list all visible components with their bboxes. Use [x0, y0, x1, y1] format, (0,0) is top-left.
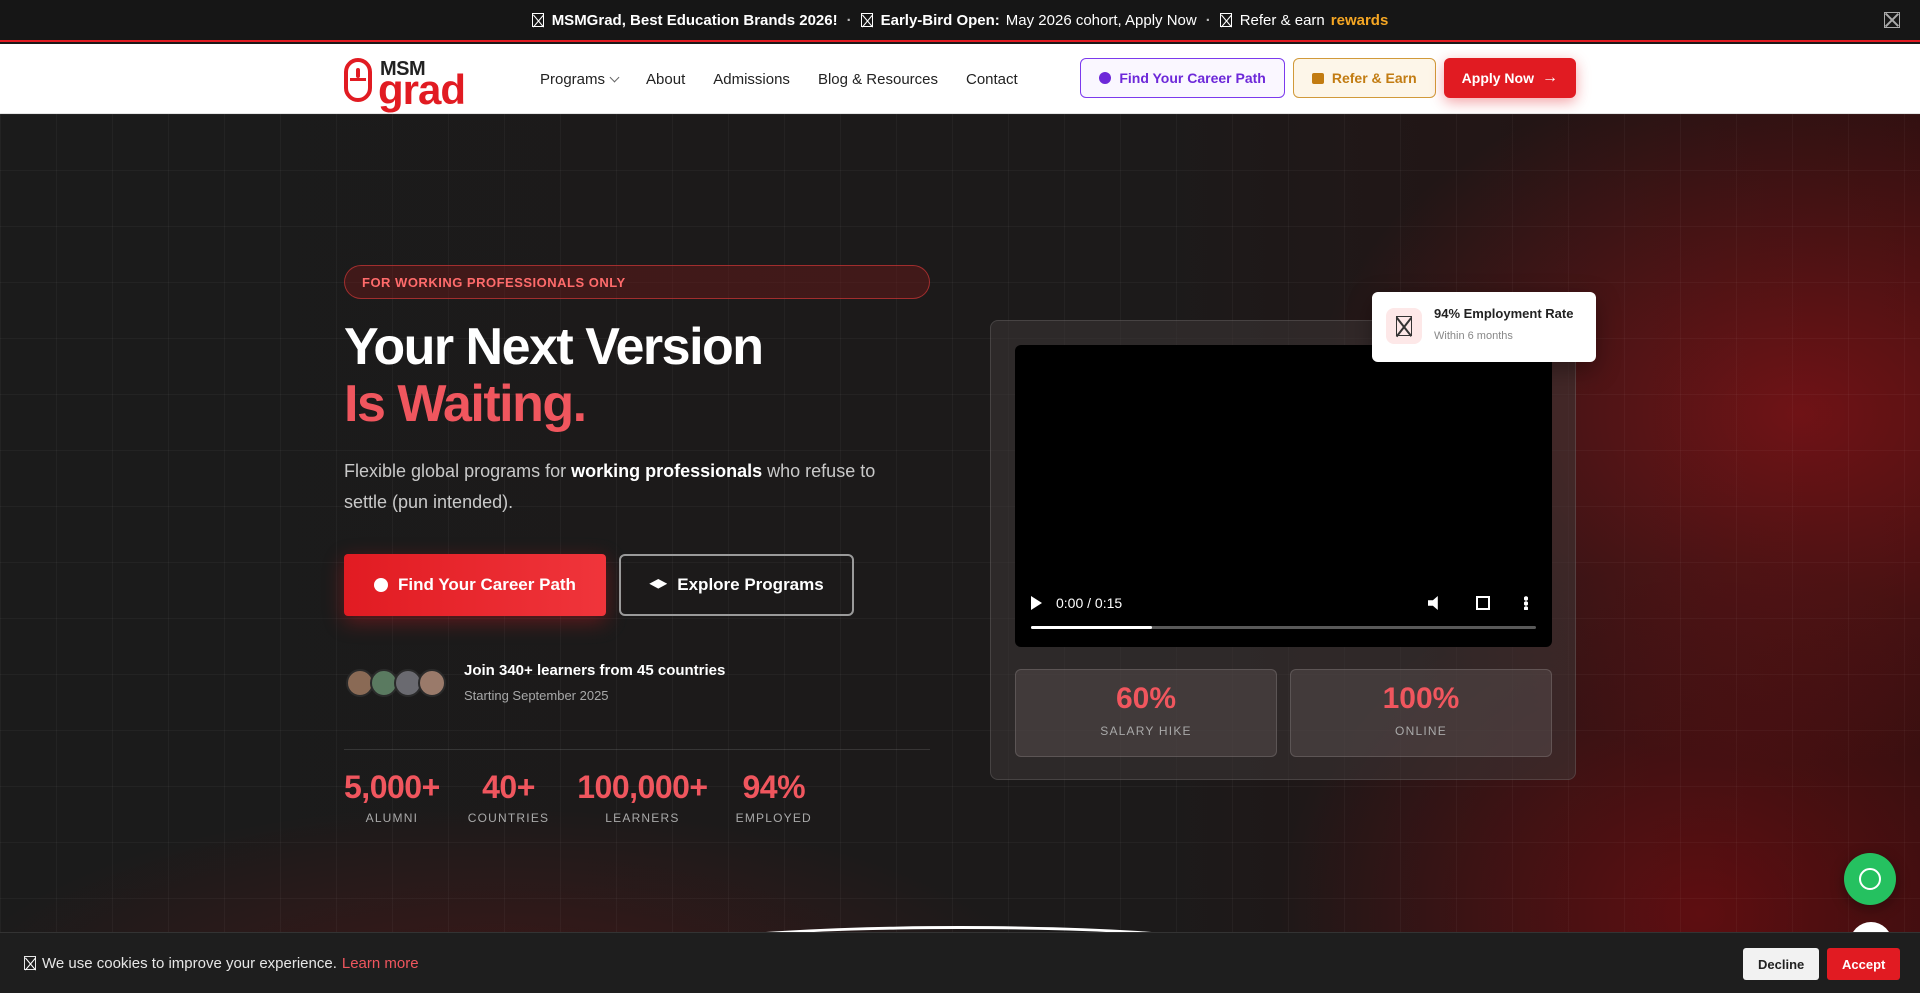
video-card: 0:00 / 0:15 60% SALARY HIKE 100% ONLINE: [990, 320, 1576, 780]
stat-label: EMPLOYED: [735, 811, 812, 825]
more-options-icon[interactable]: [1524, 596, 1528, 610]
video-controls: 0:00 / 0:15: [1031, 591, 1536, 615]
stat-label: ALUMNI: [365, 811, 419, 825]
hero-section: FOR WORKING PROFESSIONALS ONLY Your Next…: [0, 114, 1920, 993]
video-player[interactable]: 0:00 / 0:15: [1015, 345, 1552, 647]
announcement-refer[interactable]: Refer & earn rewards: [1219, 11, 1389, 29]
header-actions: Find Your Career Path Refer & Earn Apply…: [1080, 58, 1576, 98]
hero-stats: 5,000+ ALUMNI 40+ COUNTRIES 100,000+ LEA…: [344, 769, 840, 825]
stat-value: 100,000+: [577, 769, 708, 805]
mouse-logo-icon: [344, 58, 372, 102]
employment-rate-title: 94% Employment Rate: [1434, 306, 1574, 321]
announcement-separator: ·: [846, 11, 852, 29]
graduation-cap-icon: [649, 579, 668, 589]
announcement-earlybird-text: May 2026 cohort, Apply Now: [1005, 11, 1197, 29]
hero-title-line1: Your Next Version: [344, 318, 764, 376]
stat-value: 60%: [1115, 682, 1177, 715]
stat-label: COUNTRIES: [467, 811, 550, 825]
logo-text-grad: grad: [378, 66, 466, 113]
refer-earn-label: Refer & Earn: [1331, 70, 1417, 86]
gift-icon: [1311, 72, 1324, 84]
announcement-earlybird[interactable]: Early-Bird Open: May 2026 cohort, Apply …: [860, 11, 1197, 29]
volume-icon[interactable]: [1428, 596, 1438, 610]
emoji-placeholder-icon: [531, 13, 544, 27]
stat-card-salary-hike: 60% SALARY HIKE: [1015, 669, 1277, 757]
cookie-learn-more-link[interactable]: Learn more: [342, 955, 419, 972]
hero-title: Your Next Version Is Waiting.: [344, 318, 764, 433]
emoji-placeholder-icon: [24, 956, 36, 970]
announcement-separator: ·: [1205, 11, 1211, 29]
explore-programs-button[interactable]: Explore Programs: [619, 554, 854, 616]
hero-cta-secondary-label: Explore Programs: [677, 575, 824, 594]
announcement-earlybird-bold: Early-Bird Open:: [880, 11, 1000, 29]
employment-icon: [1386, 308, 1422, 344]
stat-alumni: 5,000+ ALUMNI: [344, 769, 440, 825]
announcement-bar: MSMGrad, Best Education Brands 2026! · E…: [0, 0, 1920, 42]
arrow-right-icon: →: [1542, 69, 1558, 86]
site-header: MSM grad Programs About Admissions Blog …: [0, 44, 1920, 114]
refer-earn-button[interactable]: Refer & Earn: [1292, 58, 1436, 98]
social-proof-text: Join 340+ learners from 45 countries: [464, 662, 726, 679]
stat-label: LEARNERS: [605, 811, 680, 825]
employment-rate-subtitle: Within 6 months: [1434, 330, 1513, 342]
stat-value: 5,000+: [344, 769, 440, 805]
grid-background: [0, 114, 1920, 993]
stat-value: 94%: [742, 769, 806, 805]
announcement-rewards-link[interactable]: rewards: [1331, 12, 1389, 29]
main-nav: Programs About Admissions Blog & Resourc…: [540, 44, 1018, 114]
apply-now-label: Apply Now: [1461, 70, 1534, 86]
stat-value: 100%: [1382, 682, 1460, 715]
start-date-text: Starting September 2025: [464, 688, 609, 703]
cookie-text: We use cookies to improve your experienc…: [42, 954, 337, 972]
stat-learners: 100,000+ LEARNERS: [577, 769, 708, 825]
employment-rate-card: 94% Employment Rate Within 6 months: [1372, 292, 1596, 362]
hero-subtitle-bold: working professionals: [571, 461, 763, 481]
announcement-award-text: MSMGrad, Best Education Brands 2026!: [551, 11, 838, 29]
brain-icon: [1099, 72, 1112, 84]
whatsapp-button[interactable]: [1844, 853, 1896, 905]
video-progress-fill: [1031, 626, 1153, 629]
video-time: 0:00 / 0:15: [1056, 595, 1123, 611]
divider: [344, 749, 930, 750]
close-announcement-icon[interactable]: [1884, 12, 1900, 28]
nav-blog-resources[interactable]: Blog & Resources: [818, 71, 938, 88]
avatar: [418, 669, 446, 697]
find-career-path-button[interactable]: Find Your Career Path: [1080, 58, 1285, 98]
whatsapp-icon: [1859, 868, 1881, 890]
hero-cta-primary-label: Find Your Career Path: [398, 575, 576, 594]
stat-label: SALARY HIKE: [1100, 724, 1192, 738]
nav-about[interactable]: About: [646, 71, 685, 88]
learner-avatars: [346, 669, 446, 697]
stat-label: ONLINE: [1395, 724, 1447, 738]
nav-contact[interactable]: Contact: [966, 71, 1018, 88]
msmgrad-logo[interactable]: MSM grad: [344, 52, 474, 113]
audience-badge: FOR WORKING PROFESSIONALS ONLY: [344, 265, 930, 299]
stat-employed: 94% EMPLOYED: [736, 769, 812, 825]
play-icon[interactable]: [1031, 596, 1042, 610]
hero-find-career-path-button[interactable]: Find Your Career Path: [344, 554, 606, 616]
emoji-placeholder-icon: [1219, 13, 1232, 27]
cookie-accept-button[interactable]: Accept: [1827, 948, 1901, 980]
emoji-placeholder-icon: [860, 13, 873, 27]
nav-admissions[interactable]: Admissions: [713, 71, 790, 88]
nav-programs[interactable]: Programs: [540, 70, 620, 88]
hero-title-line2: Is Waiting.: [344, 375, 587, 433]
announcement-award: MSMGrad, Best Education Brands 2026!: [531, 11, 838, 29]
announcement-refer-text: Refer & earn: [1239, 11, 1325, 29]
stat-card-online: 100% ONLINE: [1290, 669, 1552, 757]
chevron-down-icon: [609, 72, 620, 82]
hero-subtitle-pre: Flexible global programs for: [344, 461, 572, 481]
apply-now-button[interactable]: Apply Now →: [1443, 58, 1576, 98]
stat-countries: 40+ COUNTRIES: [468, 769, 549, 825]
cookie-decline-button[interactable]: Decline: [1743, 948, 1820, 980]
hero-subtitle: Flexible global programs for working pro…: [344, 456, 884, 518]
find-career-path-label: Find Your Career Path: [1119, 70, 1266, 86]
stat-value: 40+: [482, 769, 535, 805]
nav-programs-label: Programs: [540, 70, 606, 88]
cookie-banner: We use cookies to improve your experienc…: [0, 932, 1920, 993]
fullscreen-icon[interactable]: [1476, 596, 1490, 610]
emoji-placeholder-icon: [1396, 316, 1412, 336]
video-progress-bar[interactable]: [1031, 626, 1536, 629]
brain-icon: [374, 578, 389, 592]
